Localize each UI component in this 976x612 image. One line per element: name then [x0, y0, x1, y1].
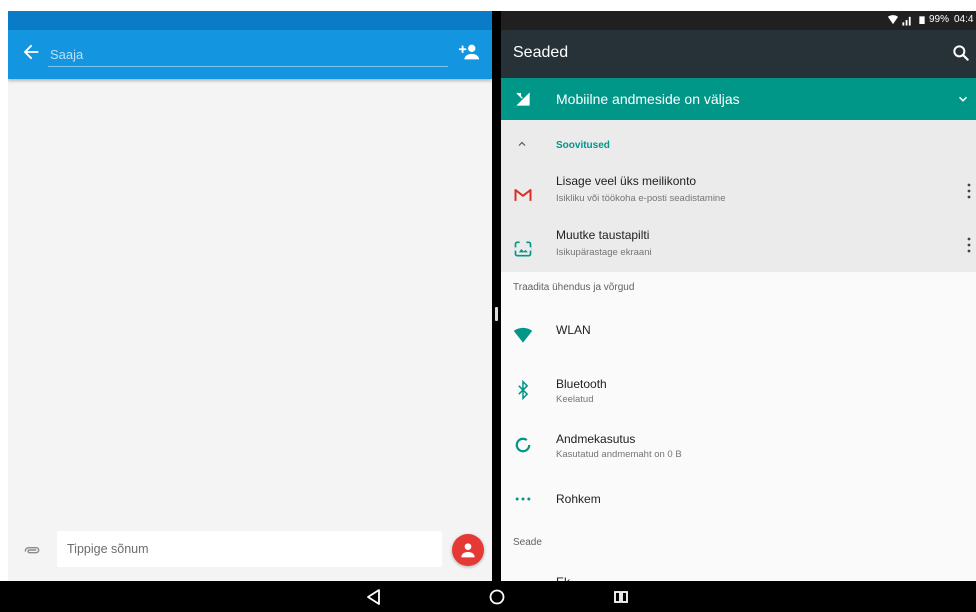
new-message-toolbar: [8, 30, 492, 79]
wifi-status-icon: [887, 15, 899, 25]
suggestion-title: Muutke taustapilti: [556, 228, 650, 242]
settings-item-data-usage[interactable]: Andmekasutus Kasutatud andmemaht on 0 B: [501, 421, 976, 471]
no-data-icon: [516, 92, 530, 106]
contact-fab-button[interactable]: [452, 534, 484, 566]
clock: 04:4: [954, 14, 974, 25]
messaging-pane: [8, 11, 492, 581]
settings-item-subtitle: Kasutatud andmemaht on 0 B: [556, 449, 682, 460]
settings-item-bluetooth[interactable]: Bluetooth Keelatud: [501, 366, 976, 416]
data-usage-icon: [515, 437, 531, 453]
overflow-menu-icon[interactable]: [966, 237, 972, 253]
message-compose-field[interactable]: [57, 531, 442, 567]
home-circle-icon[interactable]: [487, 587, 507, 607]
status-bar: 99% 04:4: [501, 11, 976, 30]
settings-item-display[interactable]: Ek: [501, 567, 976, 581]
banner-text: Mobiilne andmeside on väljas: [556, 91, 740, 107]
suggestions-title: Soovitused: [556, 140, 610, 151]
chevron-up-icon[interactable]: [516, 138, 528, 150]
left-status-bar: [8, 11, 492, 30]
mobile-data-off-banner[interactable]: Mobiilne andmeside on väljas: [501, 78, 976, 120]
add-contact-icon[interactable]: [458, 41, 480, 63]
section-header-wireless: Traadita ühendus ja võrgud: [513, 282, 635, 293]
chevron-down-icon[interactable]: [956, 92, 970, 106]
wifi-icon: [513, 327, 533, 343]
recipient-input[interactable]: [48, 42, 448, 67]
recents-icon[interactable]: [611, 587, 631, 607]
settings-item-more[interactable]: Rohkem: [501, 479, 976, 519]
suggestion-subtitle: Isikliku või töökoha e-posti seadistamin…: [556, 193, 726, 204]
battery-icon: [919, 16, 925, 24]
back-arrow-icon[interactable]: [20, 41, 42, 63]
page-title: Seaded: [513, 44, 569, 61]
suggestions-card: Soovitused Lisage veel üks meilikonto Is…: [501, 120, 976, 272]
section-header-device: Seade: [513, 537, 542, 548]
wallpaper-icon: [514, 240, 532, 257]
battery-percent: 99%: [929, 14, 950, 25]
settings-item-title: Andmekasutus: [556, 432, 636, 446]
gmail-icon: [514, 189, 532, 201]
divider-handle[interactable]: [495, 307, 498, 321]
settings-item-title: Rohkem: [556, 492, 601, 506]
attach-icon[interactable]: [22, 541, 42, 561]
settings-item-subtitle: Keelatud: [556, 394, 594, 405]
search-icon[interactable]: [951, 43, 971, 63]
suggestion-item-email[interactable]: Lisage veel üks meilikonto Isikliku või …: [501, 172, 976, 218]
settings-item-wlan[interactable]: WLAN: [501, 311, 976, 361]
bluetooth-icon: [518, 380, 529, 400]
back-triangle-icon[interactable]: [364, 587, 384, 607]
settings-toolbar: Seaded: [501, 30, 976, 78]
settings-pane: 99% 04:4 Seaded Mobiilne andmeside on vä…: [501, 11, 976, 581]
settings-item-title: Bluetooth: [556, 377, 607, 391]
split-screen-divider[interactable]: [492, 11, 501, 581]
suggestion-item-wallpaper[interactable]: Muutke taustapilti Isikupärastage ekraan…: [501, 226, 976, 272]
overflow-menu-icon[interactable]: [966, 183, 972, 199]
settings-item-title: WLAN: [556, 323, 591, 337]
suggestion-subtitle: Isikupärastage ekraani: [556, 247, 652, 258]
navigation-bar: [0, 581, 976, 612]
person-icon: [461, 543, 475, 558]
suggestion-title: Lisage veel üks meilikonto: [556, 174, 697, 188]
signal-icon: [902, 16, 911, 26]
more-dots-icon: [515, 497, 531, 501]
